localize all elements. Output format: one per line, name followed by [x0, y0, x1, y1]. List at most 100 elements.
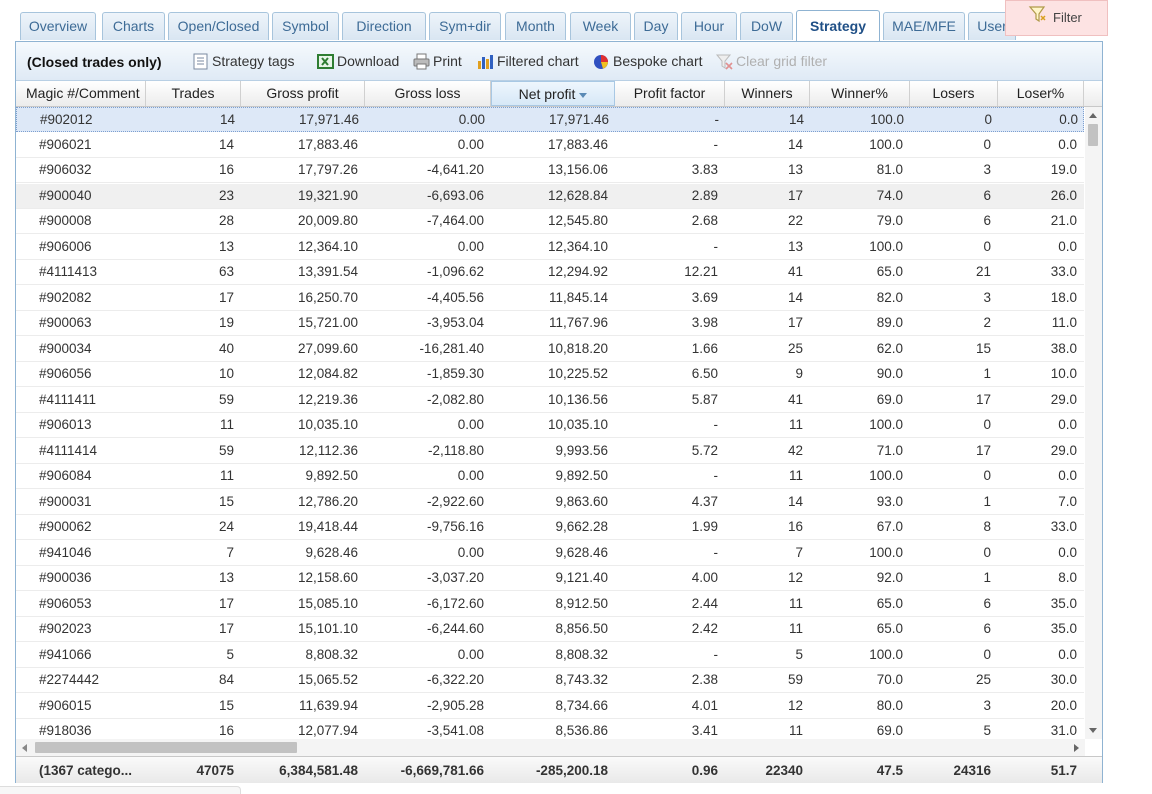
- cell-gross-profit: 12,077.94: [297, 723, 358, 738]
- cell-trades: 59: [218, 442, 234, 458]
- total-net-profit: -285,200.18: [535, 763, 608, 778]
- vertical-scrollbar[interactable]: [1085, 107, 1102, 739]
- cell-gross-loss: -6,693.06: [426, 187, 484, 203]
- cell-trades: 5: [226, 646, 234, 662]
- table-row[interactable]: #941066 5 8,808.32 0.00 8,808.32 - 5 100.0 0 0.0: [16, 643, 1084, 668]
- table-row[interactable]: #906053 17 15,085.10 -6,172.60 8,912.50 2.44 1…: [16, 592, 1084, 617]
- column-header-label: Profit factor: [633, 85, 706, 101]
- table-row[interactable]: #900040 23 19,321.90 -6,693.06 12,628.84 2.89…: [16, 183, 1084, 209]
- table-row[interactable]: #900034 40 27,099.60 -16,281.40 10,818.20 1.6…: [16, 337, 1084, 362]
- horizontal-scrollbar[interactable]: [16, 739, 1085, 756]
- cell-gross-profit: 8,808.32: [305, 646, 358, 662]
- cell-loser-: 0.0: [1059, 112, 1078, 127]
- tab-day[interactable]: Day: [634, 12, 678, 40]
- table-row[interactable]: #2274442 84 15,065.52 -6,322.20 8,743.32 2.38…: [16, 668, 1084, 693]
- cell-trades: 7: [226, 544, 234, 560]
- table-row[interactable]: #900031 15 12,786.20 -2,922.60 9,863.60 4.37 1…: [16, 490, 1084, 515]
- table-row[interactable]: #918036 16 12,077.94 -3,541.08 8,536.86 3.41 1…: [16, 719, 1084, 739]
- tab-hour[interactable]: Hour: [681, 12, 737, 40]
- cell-winner-: 81.0: [876, 162, 903, 177]
- tab-strategy[interactable]: Strategy: [796, 10, 880, 41]
- cell-magic-comment: #906021: [39, 136, 92, 152]
- table-row[interactable]: #900008 28 20,009.80 -7,464.00 12,545.80 2.68…: [16, 209, 1084, 234]
- table-row[interactable]: #906021 14 17,883.46 0.00 17,883.46-14 100.0 0…: [16, 133, 1084, 158]
- column-header-gross-loss[interactable]: Gross loss: [365, 81, 491, 106]
- table-row[interactable]: #902023 17 15,101.10 -6,244.60 8,856.50 2.42 1…: [16, 617, 1084, 642]
- table-row[interactable]: #900062 24 19,418.44 -9,756.16 9,662.28 1.99 1…: [16, 515, 1084, 540]
- cell-gross-profit: 12,112.36: [298, 442, 358, 458]
- cell-gross-loss: -6,244.60: [426, 621, 484, 636]
- column-header-loser-[interactable]: Loser%: [998, 81, 1084, 106]
- horizontal-scroll-thumb[interactable]: [35, 742, 297, 753]
- cell-profit-factor: 1.66: [691, 340, 718, 356]
- cell-gross-profit: 17,971.46: [298, 112, 359, 127]
- column-header-losers[interactable]: Losers: [910, 81, 998, 106]
- cell-winner-: 65.0: [876, 264, 903, 279]
- cell-winner-: 93.0: [876, 493, 903, 509]
- cell-loser-: 0.0: [1058, 417, 1077, 432]
- cell-magic-comment: #941046: [39, 544, 92, 560]
- table-row[interactable]: #941046 7 9,628.46 0.00 9,628.46 - 7 100.0 0 0.0: [16, 541, 1084, 566]
- scroll-left-icon[interactable]: [22, 744, 27, 752]
- cell-trades: 28: [218, 213, 234, 228]
- column-header-winners[interactable]: Winners: [725, 81, 810, 106]
- cell-trades: 17: [218, 595, 234, 611]
- total-winners: 22340: [765, 763, 803, 778]
- column-header-magic-comment[interactable]: Magic #/Comment: [16, 81, 146, 106]
- cell-magic-comment: #900062: [39, 519, 92, 534]
- table-row[interactable]: #900036 13 12,158.60 -3,037.20 9,121.40 4.00 1…: [16, 566, 1084, 591]
- cell-winner-: 100.0: [869, 646, 903, 662]
- strategy-grid-panel: (Closed trades only) Strategy tags Downl…: [15, 41, 1103, 783]
- table-row[interactable]: #906015 15 11,639.94 -2,905.28 8,734.66 4.01 1…: [16, 694, 1084, 719]
- table-row[interactable]: #906006 13 12,364.10 0.00 12,364.10-13 100.0 0…: [16, 235, 1084, 260]
- column-header-profit-factor[interactable]: Profit factor: [615, 81, 725, 106]
- cell-trades: 23: [218, 187, 234, 203]
- tab-mae-mfe[interactable]: MAE/MFE: [883, 12, 965, 40]
- table-row[interactable]: #902082 17 16,250.70 -4,405.56 11,845.14 3.69…: [16, 286, 1084, 311]
- scroll-up-icon[interactable]: [1089, 113, 1097, 118]
- tab-open-closed[interactable]: Open/Closed: [168, 12, 269, 40]
- column-header-gross-profit[interactable]: Gross profit: [241, 81, 365, 106]
- table-row[interactable]: #4111411 59 12,219.36 -2,082.80 10,136.56 5.8…: [16, 388, 1084, 413]
- column-header-net-profit[interactable]: Net profit: [491, 81, 615, 106]
- column-header-label: Trades: [171, 85, 215, 101]
- tab-symbol[interactable]: Symbol: [272, 12, 339, 40]
- cell-gross-profit: 13,391.54: [297, 264, 358, 279]
- tab-overview[interactable]: Overview: [20, 12, 96, 40]
- cell-magic-comment: #906056: [39, 366, 92, 381]
- table-row[interactable]: #906013 11 10,035.10 0.00 10,035.10-11 100.0 0…: [16, 413, 1084, 438]
- table-row[interactable]: #906084 11 9,892.50 0.00 9,892.50 - 11 100.0 0 0.…: [16, 464, 1084, 489]
- cell-gross-profit: 19,418.44: [297, 519, 358, 534]
- cell-net-profit: 11,845.14: [548, 289, 608, 305]
- cell-net-profit: 10,035.10: [547, 417, 608, 432]
- cell-profit-factor: 12.21: [684, 264, 718, 279]
- cell-profit-factor: 3.69: [691, 289, 718, 305]
- column-header-trades[interactable]: Trades: [146, 81, 241, 106]
- cell-winner-: 71.0: [876, 442, 903, 458]
- cell-winners: 11: [788, 417, 803, 432]
- table-row[interactable]: #4111413 63 13,391.54 -1,096.62 12,294.92 12.…: [16, 260, 1084, 285]
- tab-week[interactable]: Week: [570, 12, 631, 40]
- tab-dow[interactable]: DoW: [740, 12, 793, 40]
- vertical-scroll-thumb[interactable]: [1088, 124, 1098, 146]
- tab-month[interactable]: Month: [505, 12, 566, 40]
- cell-trades: 13: [218, 238, 234, 254]
- cell-loser-: 18.0: [1050, 289, 1077, 305]
- filter-button[interactable]: Filter: [1005, 0, 1108, 36]
- cell-loser-: 26.0: [1050, 187, 1077, 203]
- cell-winners: 13: [787, 162, 803, 177]
- tab-direction[interactable]: Direction: [342, 12, 426, 40]
- scroll-down-icon[interactable]: [1089, 728, 1097, 733]
- table-row[interactable]: #902012 14 17,971.46 0.00 17,971.46-14 100.0 0…: [16, 107, 1084, 132]
- table-row[interactable]: #906032 16 17,797.26 -4,641.20 13,156.06 3.83…: [16, 158, 1084, 183]
- table-row[interactable]: #906056 10 12,084.82 -1,859.30 10,225.52 6.50…: [16, 362, 1084, 387]
- cell-losers: 0: [983, 646, 991, 662]
- tab-charts[interactable]: Charts: [102, 12, 165, 40]
- table-row[interactable]: #4111414 59 12,112.36 -2,118.80 9,993.56 5.72…: [16, 439, 1084, 464]
- cell-magic-comment: #906032: [39, 162, 92, 177]
- column-header-winner-[interactable]: Winner%: [810, 81, 910, 106]
- scroll-right-icon[interactable]: [1074, 744, 1079, 752]
- table-row[interactable]: #900063 19 15,721.00 -3,953.04 11,767.96 3.98…: [16, 311, 1084, 336]
- tab-sym-dir[interactable]: Sym+dir: [429, 12, 501, 40]
- cell-losers: 5: [983, 723, 991, 738]
